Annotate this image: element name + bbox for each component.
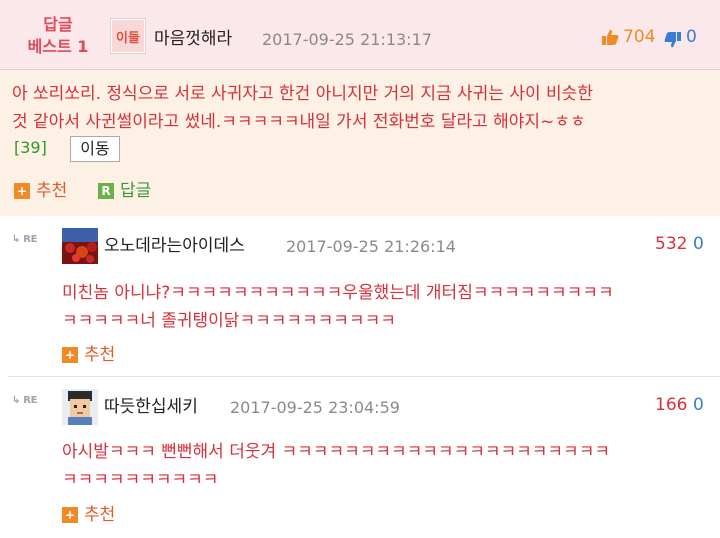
- avatar-text: 이들: [116, 30, 140, 46]
- downvote-count: 0: [686, 27, 697, 47]
- best-label-line2: 베스트 1: [27, 37, 89, 56]
- plus-square-icon: +: [62, 507, 78, 523]
- author-nickname[interactable]: 따듯한십세키: [104, 396, 198, 418]
- author-nickname[interactable]: 마음껏해라: [154, 28, 232, 50]
- comment-text: 아시발ㅋㅋㅋ 뻔뻔해서 더웃겨 ㅋㅋㅋㅋㅋㅋㅋㅋㅋㅋㅋㅋㅋㅋㅋㅋㅋㅋㅋㅋㅋ ㅋㅋ…: [62, 438, 712, 494]
- recommend-label: 추천: [84, 505, 116, 525]
- thumb-up-icon[interactable]: [600, 28, 620, 48]
- reply-label: 답글: [120, 181, 152, 201]
- move-button[interactable]: 이동: [70, 136, 120, 162]
- downvote-count: 0: [693, 234, 704, 254]
- best-reply-badge: 답글 베스트 1: [14, 14, 102, 58]
- recommend-label: 추천: [36, 181, 68, 201]
- upvote-count: 704: [623, 27, 656, 47]
- r-square-icon: R: [98, 183, 114, 199]
- recommend-button[interactable]: + 추천: [62, 344, 115, 366]
- comment-line2: ㅋㅋㅋㅋㅋㅋㅋㅋㅋㅋ: [62, 470, 219, 490]
- post-date: 2017-09-25 23:04:59: [230, 398, 400, 417]
- reply-button[interactable]: R 답글: [98, 180, 151, 202]
- avatar[interactable]: 이들: [110, 18, 146, 54]
- comment-line2: ㅋㅋㅋㅋㅋ너 졸귀탱이닭ㅋㅋㅋㅋㅋㅋㅋㅋㅋㅋ: [62, 311, 396, 331]
- downvote-count: 0: [693, 395, 704, 415]
- recommend-button[interactable]: + 추천: [62, 504, 115, 526]
- avatar[interactable]: [62, 389, 98, 425]
- author-nickname[interactable]: 오노데라는아이데스: [104, 235, 245, 257]
- thumb-down-icon[interactable]: [663, 29, 683, 49]
- upvote-count: 532: [655, 234, 688, 254]
- reply-count[interactable]: [39]: [14, 137, 47, 159]
- plus-square-icon: +: [62, 347, 78, 363]
- best-label-line1: 답글: [43, 15, 73, 34]
- recommend-button[interactable]: + 추천: [14, 180, 67, 202]
- reply-arrow-icon: ↳ RE: [12, 395, 38, 406]
- post-date: 2017-09-25 21:13:17: [262, 30, 432, 49]
- comment-item: ↳ RE 따듯한십세키 2017-09-25 23:04:59 166 0 아시…: [0, 377, 720, 538]
- comment-item: ↳ RE 오노데라는아이데스 2017-09-25 21:26:14 532 0…: [0, 216, 720, 376]
- post-date: 2017-09-25 21:26:14: [286, 237, 456, 256]
- best-reply-header: 답글 베스트 1 이들 마음껏해라 2017-09-25 21:13:17 70…: [0, 0, 720, 70]
- best-reply-line2: 것 같아서 사귄썰이라고 썼네.ㅋㅋㅋㅋㅋ내일 가서 전화번호 달라고 해야지~…: [12, 112, 586, 132]
- best-reply-card: 답글 베스트 1 이들 마음껏해라 2017-09-25 21:13:17 70…: [0, 0, 720, 216]
- best-reply-line1: 아 쏘리쏘리. 정식으로 서로 사귀자고 한건 아니지만 거의 지금 사귀는 사…: [12, 84, 593, 104]
- comment-line1: 아시발ㅋㅋㅋ 뻔뻔해서 더웃겨 ㅋㅋㅋㅋㅋㅋㅋㅋㅋㅋㅋㅋㅋㅋㅋㅋㅋㅋㅋㅋㅋ: [62, 442, 610, 462]
- avatar[interactable]: [62, 228, 98, 264]
- recommend-label: 추천: [84, 345, 116, 365]
- upvote-count: 166: [655, 395, 688, 415]
- plus-square-icon: +: [14, 183, 30, 199]
- comment-line1: 미친놈 아니냐?ㅋㅋㅋㅋㅋㅋㅋㅋㅋㅋㅋ우울했는데 개터짐ㅋㅋㅋㅋㅋㅋㅋㅋㅋ: [62, 283, 614, 303]
- best-reply-text: 아 쏘리쏘리. 정식으로 서로 사귀자고 한건 아니지만 거의 지금 사귀는 사…: [12, 80, 712, 136]
- comment-text: 미친놈 아니냐?ㅋㅋㅋㅋㅋㅋㅋㅋㅋㅋㅋ우울했는데 개터짐ㅋㅋㅋㅋㅋㅋㅋㅋㅋ ㅋㅋ…: [62, 279, 712, 335]
- reply-arrow-icon: ↳ RE: [12, 234, 38, 245]
